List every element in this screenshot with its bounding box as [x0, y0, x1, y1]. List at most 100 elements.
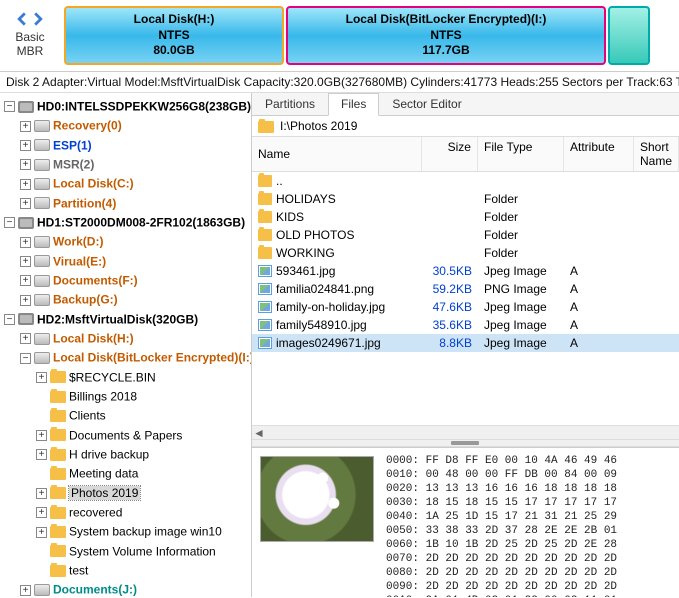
expander-icon[interactable]: + [36, 430, 47, 441]
tree-item[interactable]: Meeting data [69, 467, 138, 481]
file-type: PNG Image [478, 281, 564, 297]
tree-vol-i[interactable]: Local Disk(BitLocker Encrypted)(I:) [53, 351, 252, 365]
disk-map-bar: BasicMBR Local Disk(H:)NTFS80.0GB Local … [0, 0, 679, 72]
expander-icon[interactable]: − [4, 101, 15, 112]
tree-item[interactable]: System Volume Information [69, 544, 216, 558]
partition-i[interactable]: Local Disk(BitLocker Encrypted)(I:)NTFS1… [286, 6, 606, 65]
image-icon [258, 319, 272, 331]
expander-icon[interactable]: + [36, 507, 47, 518]
tree-hd0[interactable]: HD0:INTELSSDPEKKW256G8(238GB) [37, 99, 251, 113]
expander-icon[interactable]: + [36, 488, 47, 499]
file-row[interactable]: images0249671.jpg8.8KBJpeg ImageA [252, 334, 679, 352]
file-row[interactable]: familia024841.png59.2KBPNG ImageA [252, 280, 679, 298]
folder-icon [50, 468, 66, 480]
expander-icon[interactable]: + [20, 333, 31, 344]
expander-icon[interactable] [36, 546, 47, 557]
disk-icon [18, 101, 34, 113]
folder-icon [258, 175, 272, 187]
expander-icon[interactable]: + [20, 295, 31, 306]
file-attr: A [564, 335, 634, 351]
tree-item[interactable]: Billings 2018 [69, 389, 137, 403]
tree-item[interactable]: Backup(G:) [53, 293, 118, 307]
tab-bar: Partitions Files Sector Editor [252, 93, 679, 116]
expander-icon[interactable]: + [36, 449, 47, 460]
image-icon [258, 283, 272, 295]
device-tree[interactable]: − HD0:INTELSSDPEKKW256G8(238GB) + Recovery… [0, 93, 252, 597]
file-name: family548910.jpg [276, 318, 367, 332]
scroll-left-icon[interactable]: ◄ [252, 427, 266, 439]
tree-item[interactable]: Work(D:) [53, 235, 103, 249]
file-row[interactable]: .. [252, 172, 679, 190]
tree-vol-h[interactable]: Local Disk(H:) [53, 331, 134, 345]
expander-icon[interactable]: + [20, 237, 31, 248]
tree-item[interactable]: Clients [69, 409, 106, 423]
tree-item[interactable]: System backup image win10 [69, 525, 222, 539]
tree-vol-j[interactable]: Documents(J:) [53, 583, 137, 597]
hex-view[interactable]: 0000: FF D8 FF E0 00 10 4A 46 49 46 0010… [382, 448, 679, 597]
col-short[interactable]: Short Name [634, 137, 679, 171]
expander-icon[interactable]: + [20, 140, 31, 151]
col-attr[interactable]: Attribute [564, 137, 634, 171]
partition-h[interactable]: Local Disk(H:)NTFS80.0GB [64, 6, 284, 65]
tree-item[interactable]: test [69, 563, 88, 577]
file-attr: A [564, 317, 634, 333]
tab-sector-editor[interactable]: Sector Editor [379, 93, 474, 115]
tree-item[interactable]: H drive backup [69, 447, 149, 461]
tree-hd1[interactable]: HD1:ST2000DM008-2FR102(1863GB) [37, 215, 245, 229]
tree-item[interactable]: MSR(2) [53, 157, 94, 171]
file-size [422, 173, 478, 189]
expander-icon[interactable]: + [36, 372, 47, 383]
folder-icon [50, 507, 66, 519]
expander-icon[interactable] [36, 391, 47, 402]
file-row[interactable]: family-on-holiday.jpg47.6KBJpeg ImageA [252, 298, 679, 316]
tab-files[interactable]: Files [328, 93, 379, 116]
file-type: Folder [478, 227, 564, 243]
expander-icon[interactable]: + [20, 275, 31, 286]
expander-icon[interactable]: + [20, 159, 31, 170]
tree-item[interactable]: recovered [69, 505, 122, 519]
tree-item[interactable]: Documents & Papers [69, 428, 182, 442]
path-text: I:\Photos 2019 [280, 119, 357, 133]
tree-item[interactable]: Documents(F:) [53, 273, 138, 287]
file-row[interactable]: 593461.jpg30.5KBJpeg ImageA [252, 262, 679, 280]
expander-icon[interactable]: + [20, 256, 31, 267]
partition-extra[interactable] [608, 6, 650, 65]
expander-icon[interactable]: + [20, 585, 31, 596]
tree-item[interactable]: ESP(1) [53, 138, 92, 152]
tree-item[interactable]: Partition(4) [53, 196, 116, 210]
tab-partitions[interactable]: Partitions [252, 93, 328, 115]
volume-icon [34, 178, 50, 190]
file-row[interactable]: WORKINGFolder [252, 244, 679, 262]
expander-icon[interactable]: + [20, 179, 31, 190]
expander-icon[interactable]: − [20, 353, 31, 364]
col-type[interactable]: File Type [478, 137, 564, 171]
tree-item[interactable]: Photos 2019 [69, 486, 140, 500]
file-list[interactable]: ..HOLIDAYSFolderKIDSFolderOLD PHOTOSFold… [252, 172, 679, 425]
volume-icon [34, 333, 50, 345]
tree-item[interactable]: $RECYCLE.BIN [69, 370, 156, 384]
expander-icon[interactable] [36, 411, 47, 422]
path-bar[interactable]: I:\Photos 2019 [252, 116, 679, 137]
expander-icon[interactable]: + [36, 527, 47, 538]
tree-hd2[interactable]: HD2:MsftVirtualDisk(320GB) [37, 312, 198, 326]
expander-icon[interactable] [36, 469, 47, 480]
forward-button[interactable] [31, 12, 45, 29]
tree-item[interactable]: Recovery(0) [53, 119, 122, 133]
h-scrollbar[interactable]: ◄ [252, 425, 679, 439]
splitter[interactable] [252, 439, 679, 447]
col-size[interactable]: Size [422, 137, 478, 171]
file-row[interactable]: family548910.jpg35.6KBJpeg ImageA [252, 316, 679, 334]
expander-icon[interactable] [36, 565, 47, 576]
file-row[interactable]: HOLIDAYSFolder [252, 190, 679, 208]
col-name[interactable]: Name [252, 137, 422, 171]
expander-icon[interactable]: − [4, 217, 15, 228]
expander-icon[interactable]: + [20, 121, 31, 132]
file-row[interactable]: OLD PHOTOSFolder [252, 226, 679, 244]
expander-icon[interactable]: + [20, 198, 31, 209]
tree-item[interactable]: Virual(E:) [53, 254, 106, 268]
expander-icon[interactable]: − [4, 314, 15, 325]
back-button[interactable] [15, 12, 29, 29]
tree-item[interactable]: Local Disk(C:) [53, 177, 134, 191]
file-row[interactable]: KIDSFolder [252, 208, 679, 226]
file-list-header: Name Size File Type Attribute Short Name [252, 137, 679, 172]
